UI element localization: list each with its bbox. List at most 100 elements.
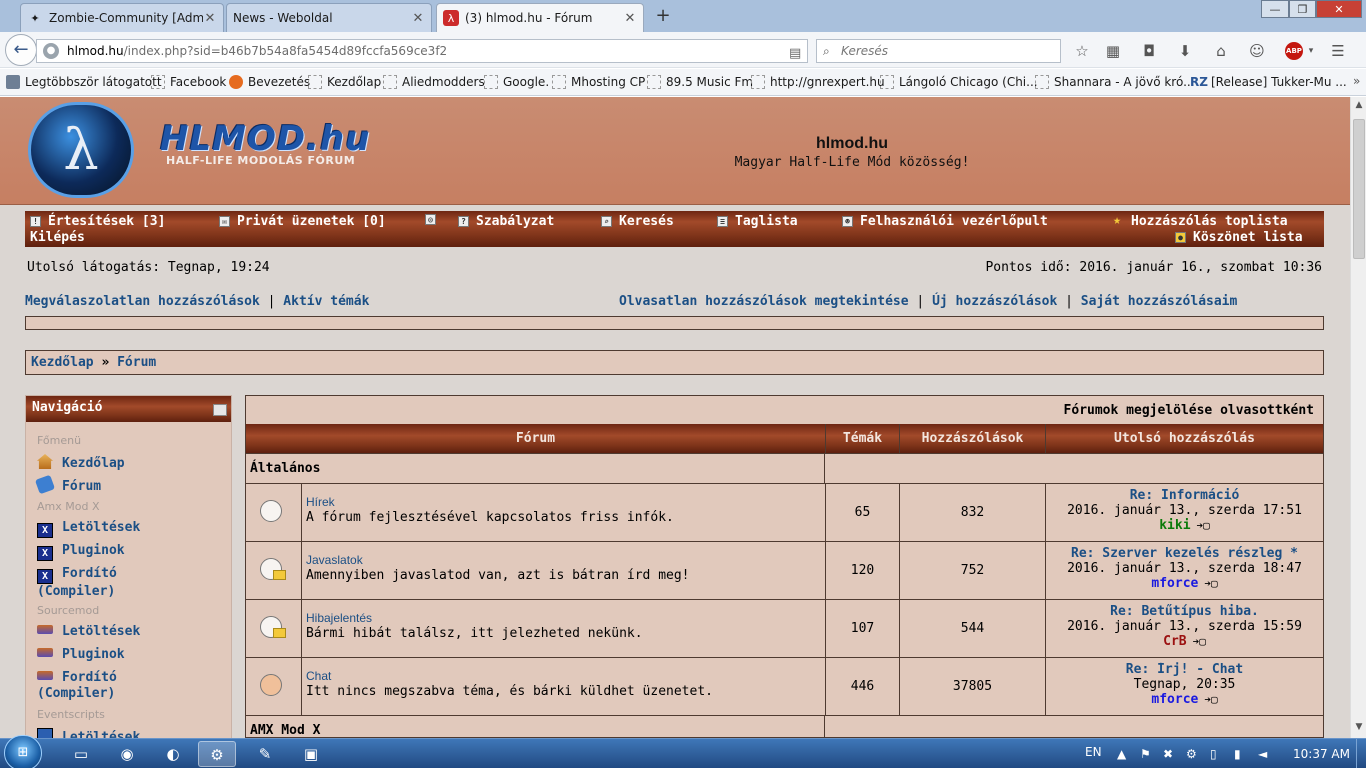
menu-icon[interactable]: ☰	[1328, 41, 1348, 61]
bookmark-star-icon[interactable]: ☆	[1072, 41, 1092, 61]
tray-app-icon[interactable]: ✖	[1163, 747, 1173, 761]
forum-name-link[interactable]: Chat	[306, 669, 331, 683]
network-app-icon[interactable]: ▣	[292, 741, 330, 767]
menu-notifications[interactable]: ! Értesítések [3]	[30, 214, 165, 229]
last-post-title-link[interactable]: Re: Írj! - Chat	[1046, 662, 1323, 677]
last-post-user-link[interactable]: CrB	[1163, 634, 1186, 649]
tray-steam-icon[interactable]: ⚙	[1186, 747, 1197, 761]
breadcrumb-home-link[interactable]: Kezdőlap	[31, 355, 94, 370]
minimize-button[interactable]: —	[1261, 0, 1289, 18]
new-tab-button[interactable]: +	[652, 6, 674, 28]
menu-icon-item[interactable]: ◎	[425, 214, 443, 225]
bookmark-item[interactable]: Facebook	[151, 75, 226, 89]
steam-icon[interactable]: ⚙	[198, 741, 236, 767]
forum-name-link[interactable]: Hírek	[306, 495, 335, 509]
bookmark-item[interactable]: Legtöbbször látogatott	[6, 75, 162, 89]
close-window-button[interactable]: ✕	[1316, 0, 1362, 18]
tray-arrow-icon[interactable]: ▲	[1117, 747, 1126, 761]
battery-icon[interactable]: ▯	[1210, 747, 1217, 761]
dropdown-arrow-icon[interactable]: ▾	[1301, 41, 1321, 61]
bookmark-item[interactable]: Bevezetés	[229, 75, 310, 89]
sidebar-item-amx-plugins[interactable]: X Pluginok	[37, 543, 125, 561]
firefox-icon[interactable]: ◉	[108, 741, 146, 767]
chat-icon[interactable]: ☺	[1247, 41, 1267, 61]
last-post-title-link[interactable]: Re: Betűtípus hiba.	[1046, 604, 1323, 619]
bookmark-item[interactable]: Aliedmodders	[383, 75, 485, 89]
bookmark-item[interactable]: Lángoló Chicago (Chi...	[880, 75, 1038, 89]
menu-user-control-panel[interactable]: ☻ Felhasználói vezérlőpult	[842, 214, 1048, 229]
forum-name-link[interactable]: Hibajelentés	[306, 611, 372, 625]
scroll-up-arrow-icon[interactable]: ▲	[1351, 97, 1366, 113]
goto-last-post-icon[interactable]: ➔▢	[1204, 577, 1217, 590]
close-tab-icon[interactable]: ✕	[203, 11, 217, 26]
menu-rules[interactable]: ? Szabályzat	[458, 214, 554, 229]
language-indicator[interactable]: EN	[1085, 745, 1102, 759]
category-title[interactable]: Általános	[250, 461, 320, 476]
reader-view-icon[interactable]: ▤	[789, 43, 801, 65]
menu-search[interactable]: ⌕ Keresés	[601, 214, 674, 229]
utility-icon[interactable]: ✎	[246, 741, 284, 767]
sidebar-item-sm-compiler[interactable]: Fordító (Compiler)	[37, 670, 117, 702]
tab-zombie-community[interactable]: ✦ Zombie-Community [Adm... ✕	[20, 3, 224, 32]
bookmark-item[interactable]: Google.	[484, 75, 549, 89]
active-topics-link[interactable]: Aktív témák	[283, 294, 369, 309]
search-bar[interactable]: ⌕ Keresés	[816, 39, 1061, 63]
back-button[interactable]: ←	[5, 34, 37, 66]
tab-hlmod-forum[interactable]: λ (3) hlmod.hu - Fórum ✕	[436, 3, 644, 32]
tray-flag-icon[interactable]: ⚑	[1140, 747, 1151, 761]
scrollbar-thumb[interactable]	[1353, 119, 1365, 259]
pocket-icon[interactable]: ◘	[1139, 41, 1159, 61]
network-icon[interactable]: ▮	[1234, 747, 1241, 761]
close-tab-icon[interactable]: ✕	[623, 11, 637, 26]
bookmark-item[interactable]: RZ [Release] Tukker-Mu ...	[1190, 75, 1347, 89]
bookmark-item[interactable]: http://gnrexpert.hu	[751, 75, 885, 89]
volume-icon[interactable]: ◄	[1258, 747, 1267, 761]
sidebar-item-amx-compiler[interactable]: X Fordító (Compiler)	[37, 566, 117, 600]
address-bar[interactable]: ● hlmod.hu/index.php?sid=b46b7b54a8fa545…	[36, 39, 835, 65]
goto-last-post-icon[interactable]: ➔▢	[1193, 635, 1206, 648]
last-post-title-link[interactable]: Re: Információ	[1046, 488, 1323, 503]
sidebar-item-sm-downloads[interactable]: Letöltések	[37, 624, 140, 640]
show-desktop-button[interactable]	[1356, 739, 1366, 768]
last-post-user-link[interactable]: mforce	[1151, 576, 1198, 591]
sidebar-item-es-downloads[interactable]: Letöltések	[37, 728, 140, 738]
unread-posts-link[interactable]: Olvasatlan hozzászólások megtekintése	[619, 294, 909, 309]
goto-last-post-icon[interactable]: ➔▢	[1197, 519, 1210, 532]
category-title[interactable]: AMX Mod X	[250, 723, 320, 737]
bookmark-item[interactable]: Shannara - A jövő kró...	[1035, 75, 1195, 89]
bookmark-item[interactable]: Mhosting CP	[552, 75, 645, 89]
sidebar-item-home[interactable]: Kezdőlap	[37, 454, 125, 472]
sidebar-item-forum[interactable]: Fórum	[34, 474, 101, 495]
collapse-icon[interactable]	[213, 404, 227, 416]
bookmarks-overflow-button[interactable]: »	[1353, 74, 1360, 88]
tab-news-weboldal[interactable]: News - Weboldal ✕	[226, 3, 432, 32]
sidebar-item-sm-plugins[interactable]: Pluginok	[37, 647, 125, 663]
mark-forums-read-link[interactable]: Fórumok megjelölése olvasottként	[1064, 403, 1314, 418]
menu-post-toplist[interactable]: ★ Hozzászólás toplista	[1110, 214, 1287, 229]
goto-last-post-icon[interactable]: ➔▢	[1204, 693, 1217, 706]
bookmark-item[interactable]: 89.5 Music Fm	[647, 75, 753, 89]
reading-list-icon[interactable]: ▦	[1103, 41, 1123, 61]
download-icon[interactable]: ⬇	[1175, 41, 1195, 61]
half-life-lambda-logo[interactable]: λ	[28, 102, 134, 198]
last-post-title-link[interactable]: Re: Szerver kezelés részleg *	[1046, 546, 1323, 561]
home-icon[interactable]: ⌂	[1211, 41, 1231, 61]
breadcrumb-forum-link[interactable]: Fórum	[117, 355, 156, 370]
unanswered-posts-link[interactable]: Megválaszolatlan hozzászólások	[25, 294, 260, 309]
bookmark-item[interactable]: Kezdőlap	[308, 75, 381, 89]
forum-name-link[interactable]: Javaslatok	[306, 553, 363, 567]
menu-logout[interactable]: Kilépés	[30, 230, 85, 245]
start-button[interactable]: ⊞	[4, 735, 42, 768]
maximize-button[interactable]: ❐	[1289, 0, 1316, 18]
last-post-user-link[interactable]: mforce	[1151, 692, 1198, 707]
close-tab-icon[interactable]: ✕	[411, 11, 425, 26]
last-post-user-link[interactable]: kiki	[1159, 518, 1190, 533]
menu-private-messages[interactable]: ✉ Privát üzenetek [0]	[219, 214, 386, 229]
page-scrollbar[interactable]: ▲ ▼	[1350, 97, 1366, 738]
own-posts-link[interactable]: Saját hozzászólásaim	[1081, 294, 1238, 309]
clock[interactable]: 10:37 AM	[1293, 747, 1350, 761]
sidebar-item-amx-downloads[interactable]: X Letöltések	[37, 520, 140, 538]
menu-members[interactable]: ≡ Taglista	[717, 214, 798, 229]
file-explorer-icon[interactable]: ▭	[62, 741, 100, 767]
scroll-down-arrow-icon[interactable]: ▼	[1351, 719, 1366, 735]
